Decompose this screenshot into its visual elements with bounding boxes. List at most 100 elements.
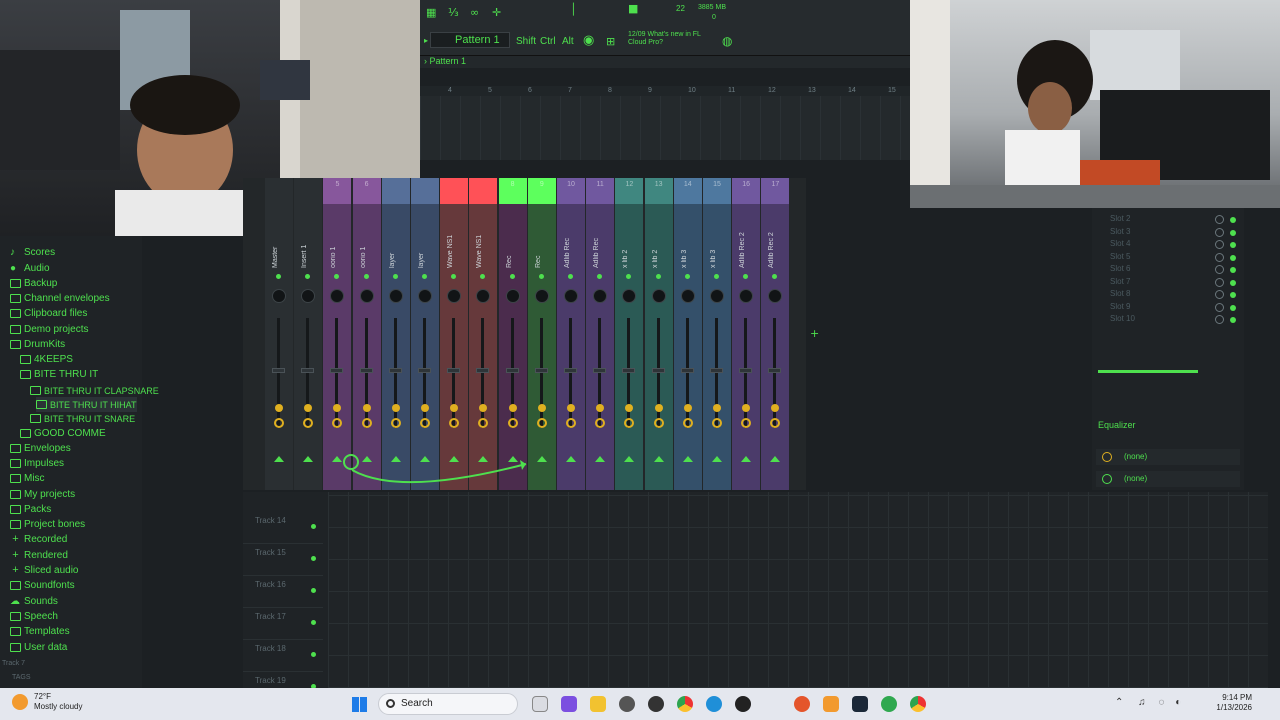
route-arrow-icon[interactable] <box>682 456 693 462</box>
pan-knob[interactable] <box>272 289 286 303</box>
track-mute-led[interactable] <box>311 524 316 529</box>
volume-fader-handle[interactable] <box>564 368 577 373</box>
pan-knob[interactable] <box>388 289 403 303</box>
volume-fader-handle[interactable] <box>651 368 665 373</box>
fx-slot[interactable]: Slot 6 <box>1100 264 1240 276</box>
fx-mix-knob[interactable] <box>1215 252 1224 262</box>
volume-fader-handle[interactable] <box>301 368 315 373</box>
volume-fader-handle[interactable] <box>476 368 490 373</box>
browser-item[interactable]: Misc <box>10 471 45 486</box>
route-arrow-icon[interactable] <box>274 456 284 462</box>
mixer-strip[interactable]: 12 x lib 2 <box>615 178 644 490</box>
pan-knob[interactable] <box>301 289 316 303</box>
volume-fader-handle[interactable] <box>710 368 723 373</box>
fx-slot[interactable]: Slot 3 <box>1100 227 1240 239</box>
browser-item[interactable]: My projects <box>10 487 75 502</box>
browser-item[interactable]: BITE THRU IT CLAPSNARE <box>30 383 159 398</box>
browser-item[interactable]: DrumKits <box>10 337 65 352</box>
discord-icon[interactable] <box>561 696 577 712</box>
browser-item[interactable]: Templates <box>10 624 70 639</box>
browser-item[interactable]: Channel envelopes <box>10 291 110 306</box>
edge-icon[interactable] <box>706 696 722 712</box>
pan-knob[interactable] <box>768 289 783 303</box>
route-arrow-icon[interactable] <box>770 456 781 462</box>
record-icon[interactable]: ◉ <box>583 33 594 48</box>
mixer-strip[interactable]: 6 oorio 1 <box>352 178 381 490</box>
pan-knob[interactable] <box>447 289 462 303</box>
browser-item[interactable]: + Recorded <box>10 532 67 547</box>
mixer-strip[interactable]: 13 x lib 2 <box>644 178 673 490</box>
volume-fader-handle[interactable] <box>593 368 607 373</box>
track-mute-led[interactable] <box>311 588 316 593</box>
fx-enable-led[interactable] <box>1230 254 1236 261</box>
fx-mix-knob[interactable] <box>1215 315 1224 324</box>
fx-slot[interactable]: Slot 5 <box>1100 252 1240 264</box>
fx-slot[interactable]: Slot 2 <box>1100 214 1240 226</box>
browser-tags-label[interactable]: TAGS <box>12 674 31 681</box>
fx-enable-led[interactable] <box>1230 292 1236 298</box>
mixer-strip[interactable]: layer <box>381 178 410 490</box>
playlist-ruler[interactable]: 4 5 6 7 8 9 10 11 12 13 14 15 <box>420 86 910 96</box>
fx-slot[interactable]: Slot 10 <box>1100 314 1240 326</box>
browser-item[interactable]: BITE THRU IT <box>20 367 98 382</box>
browser-item[interactable]: Impulses <box>10 456 64 471</box>
playlist-track-header[interactable]: Track 17 <box>243 608 323 640</box>
chatgpt-icon[interactable] <box>648 696 664 712</box>
mixer-add-icon[interactable]: + <box>810 327 819 340</box>
fx-none-row-1[interactable]: (none) <box>1096 449 1240 465</box>
browser-item[interactable]: ♪ Scores <box>10 245 55 260</box>
taskbar-search[interactable]: Search <box>378 693 518 715</box>
fx-mix-knob[interactable] <box>1215 265 1224 274</box>
pattern-selector[interactable]: Pattern 1 <box>430 32 510 48</box>
browser-item[interactable]: BITE THRU IT HIHAT <box>36 397 137 412</box>
browser-item[interactable]: Soundfonts <box>10 578 75 593</box>
volume-fader-handle[interactable] <box>272 368 285 373</box>
browser-item[interactable]: Clipboard files <box>10 306 87 321</box>
windows-start-icon[interactable] <box>352 697 367 712</box>
browser-item[interactable]: Packs <box>10 502 51 517</box>
brave-icon[interactable] <box>794 696 810 712</box>
steam-icon[interactable] <box>852 696 868 712</box>
tray-volume-icon[interactable]: ◐ <box>1175 697 1181 708</box>
browser-item[interactable]: Envelopes <box>10 441 71 456</box>
track-mute-led[interactable] <box>311 620 316 625</box>
pan-knob[interactable] <box>680 289 695 303</box>
playlist-track-grid[interactable] <box>328 492 1268 688</box>
mixer-strip[interactable]: 14 x lib 3 <box>673 178 702 490</box>
playlist-track-header[interactable]: Track 14 <box>243 512 323 544</box>
alt-key-indicator[interactable]: Alt <box>562 36 574 47</box>
playlist-track-header[interactable]: Track 16 <box>243 576 323 608</box>
fx-mix-knob[interactable] <box>1215 215 1224 224</box>
mixer-strip[interactable]: 10 Adlib Rec <box>557 178 585 490</box>
volume-fader-handle[interactable] <box>418 368 431 373</box>
pan-knob[interactable] <box>534 289 549 303</box>
route-arrow-icon[interactable] <box>624 456 635 462</box>
route-arrow-icon[interactable] <box>566 456 576 462</box>
browser-item[interactable]: Backup <box>10 276 57 291</box>
piano-roll-icon[interactable]: ▦ <box>426 6 436 19</box>
task-view-icon[interactable] <box>532 696 548 712</box>
pan-knob[interactable] <box>418 289 432 303</box>
fx-mix-knob[interactable] <box>1215 290 1224 299</box>
browser-item[interactable]: Speech <box>10 609 58 624</box>
weather-widget[interactable]: 72°F Mostly cloudy <box>12 692 82 712</box>
mixer-strip[interactable]: 15 x lib 3 <box>703 178 731 490</box>
mixer-strip[interactable]: Insert 1 <box>294 178 323 490</box>
file-explorer-icon[interactable] <box>590 696 606 712</box>
browser-item[interactable]: + Sliced audio <box>10 563 78 578</box>
pan-knob[interactable] <box>564 289 578 303</box>
browser-item[interactable]: GOOD COMME <box>20 426 106 441</box>
link-icon[interactable]: ∞ <box>470 6 479 19</box>
ctrl-key-indicator[interactable]: Ctrl <box>540 36 556 47</box>
volume-fader-handle[interactable] <box>680 368 694 373</box>
playlist-track-header[interactable]: Track 15 <box>243 544 323 576</box>
route-arrow-icon[interactable] <box>303 456 314 462</box>
browser-item[interactable]: Demo projects <box>10 322 88 337</box>
pan-knob[interactable] <box>593 289 608 303</box>
fx-enable-led[interactable] <box>1230 229 1236 236</box>
fx-mix-knob[interactable] <box>1215 302 1224 312</box>
browser-item[interactable]: ● Audio <box>10 261 50 276</box>
volume-fader-handle[interactable] <box>534 368 548 373</box>
fx-slot[interactable]: Slot 4 <box>1100 239 1240 251</box>
fx-mix-knob[interactable] <box>1215 240 1224 249</box>
